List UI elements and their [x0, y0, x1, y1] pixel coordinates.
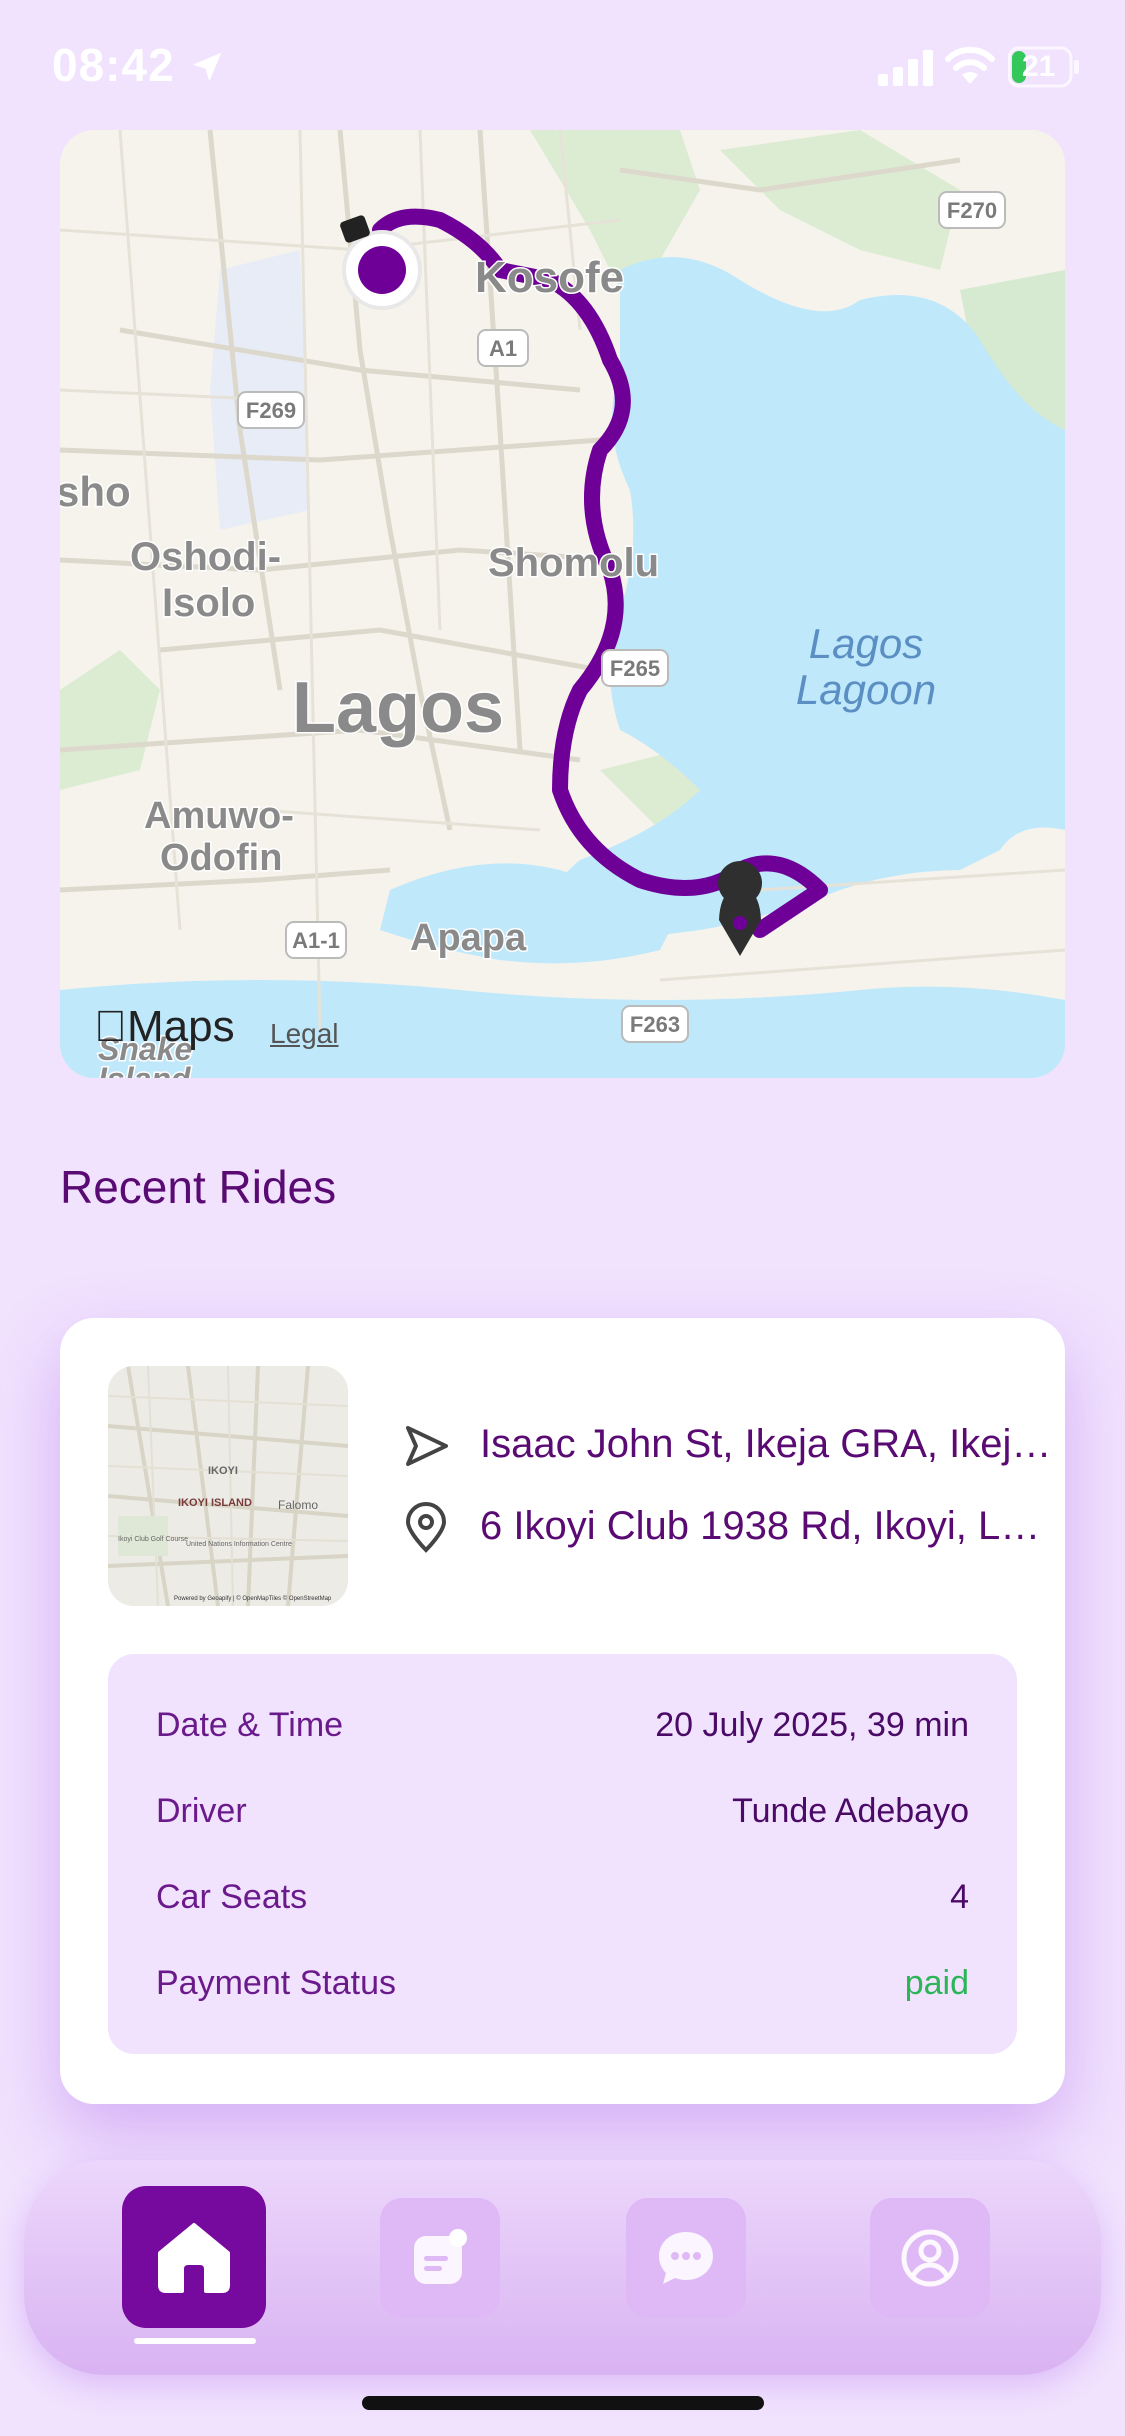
pickup-address: Isaac John St, Ikeja GRA, Ikeja, Lagos [480, 1422, 1060, 1466]
car-seats-row: Car Seats 4 [156, 1878, 969, 1928]
ride-details: Date & Time 20 July 2025, 39 min Driver … [108, 1654, 1017, 2054]
rides-icon [414, 2229, 467, 2284]
tab-messages[interactable] [626, 2198, 746, 2318]
svg-text:Falomo: Falomo [278, 1498, 318, 1512]
driver-value: Tunde Adebayo [732, 1792, 969, 1830]
label-oshodi: Oshodi- [130, 535, 281, 579]
apple-maps-logo: Maps [94, 1002, 235, 1051]
svg-text:Powered by Geoapify | © OpenMa: Powered by Geoapify | © OpenMapTiles © O… [174, 1595, 332, 1602]
badge-a1-1: A1-1 [292, 928, 340, 953]
tab-bar [24, 2160, 1101, 2375]
badge-f270: F270 [947, 198, 997, 223]
pickup-row: Isaac John St, Ikeja GRA, Ikeja, Lagos [400, 1416, 1065, 1476]
payment-status-label: Payment Status [156, 1964, 397, 2002]
label-lagos: Lagos [292, 668, 504, 748]
payment-status-row: Payment Status paid [156, 1964, 969, 2014]
ride-card[interactable]: IKOYI IKOYI ISLAND Falomo Ikoyi Club Gol… [60, 1318, 1065, 2104]
chat-icon [659, 2232, 713, 2284]
active-tab-indicator [134, 2338, 256, 2344]
label-shomolu: Shomolu [488, 541, 659, 585]
tab-home[interactable] [122, 2186, 266, 2328]
dropoff-address: 6 Ikoyi Club 1938 Rd, Ikoyi, Lagos [480, 1504, 1060, 1548]
legal-link[interactable]: Legal [270, 1018, 339, 1050]
svg-text:IKOYI ISLAND: IKOYI ISLAND [178, 1497, 252, 1509]
date-time-row: Date & Time 20 July 2025, 39 min [156, 1706, 969, 1756]
recent-rides-title: Recent Rides [60, 1161, 337, 1213]
label-kosofe: Kosofe [475, 253, 624, 302]
location-arrow-icon [192, 52, 222, 82]
date-time-label: Date & Time [156, 1706, 344, 1744]
badge-f263: F263 [630, 1012, 680, 1037]
profile-icon [901, 2229, 959, 2287]
battery-level: 21 [1022, 50, 1056, 83]
date-time-value: 20 July 2025, 39 min [655, 1706, 969, 1744]
label-apapa: Apapa [410, 917, 527, 959]
wifi-icon [945, 46, 995, 84]
label-lagoon-1: Lagos [809, 620, 923, 667]
driver-label: Driver [156, 1792, 247, 1830]
ride-map-thumbnail: IKOYI IKOYI ISLAND Falomo Ikoyi Club Gol… [108, 1366, 348, 1606]
driver-row: Driver Tunde Adebayo [156, 1792, 969, 1842]
map-canvas: F270 A1 F269 F265 A1-1 F263 Kosofe sho O… [60, 130, 1065, 1078]
badge-f265: F265 [610, 656, 660, 681]
tab-profile[interactable] [870, 2198, 990, 2318]
label-amuwo: Amuwo- [144, 795, 294, 837]
label-island-2: Island [98, 1061, 192, 1078]
home-indicator [362, 2396, 764, 2410]
svg-text:Ikoyi Club Golf Course: Ikoyi Club Golf Course [118, 1536, 188, 1543]
badge-a1: A1 [489, 336, 517, 361]
label-odofin: Odofin [160, 837, 282, 879]
tab-rides[interactable] [380, 2198, 500, 2318]
label-lagoon-2: Lagoon [796, 666, 936, 713]
payment-status-badge: paid [904, 1964, 969, 2002]
route-map[interactable]: F270 A1 F269 F265 A1-1 F263 Kosofe sho O… [60, 130, 1065, 1078]
signal-icon [878, 50, 933, 86]
svg-text:United Nations Information Cen: United Nations Information Centre [186, 1541, 292, 1548]
badge-f269: F269 [246, 398, 296, 423]
navigation-arrow-icon [406, 1426, 448, 1466]
label-isolo: Isolo [162, 581, 255, 625]
label-sho: sho [60, 468, 131, 515]
status-time: 08:42 [52, 39, 175, 91]
location-pin-icon [405, 1502, 447, 1553]
car-seats-value: 4 [950, 1878, 969, 1916]
dropoff-row: 6 Ikoyi Club 1938 Rd, Ikoyi, Lagos [400, 1498, 1065, 1558]
home-icon [158, 2223, 230, 2293]
status-bar: 08:42 21 [0, 0, 1125, 135]
car-seats-label: Car Seats [156, 1878, 308, 1916]
svg-text:IKOYI: IKOYI [208, 1465, 238, 1477]
